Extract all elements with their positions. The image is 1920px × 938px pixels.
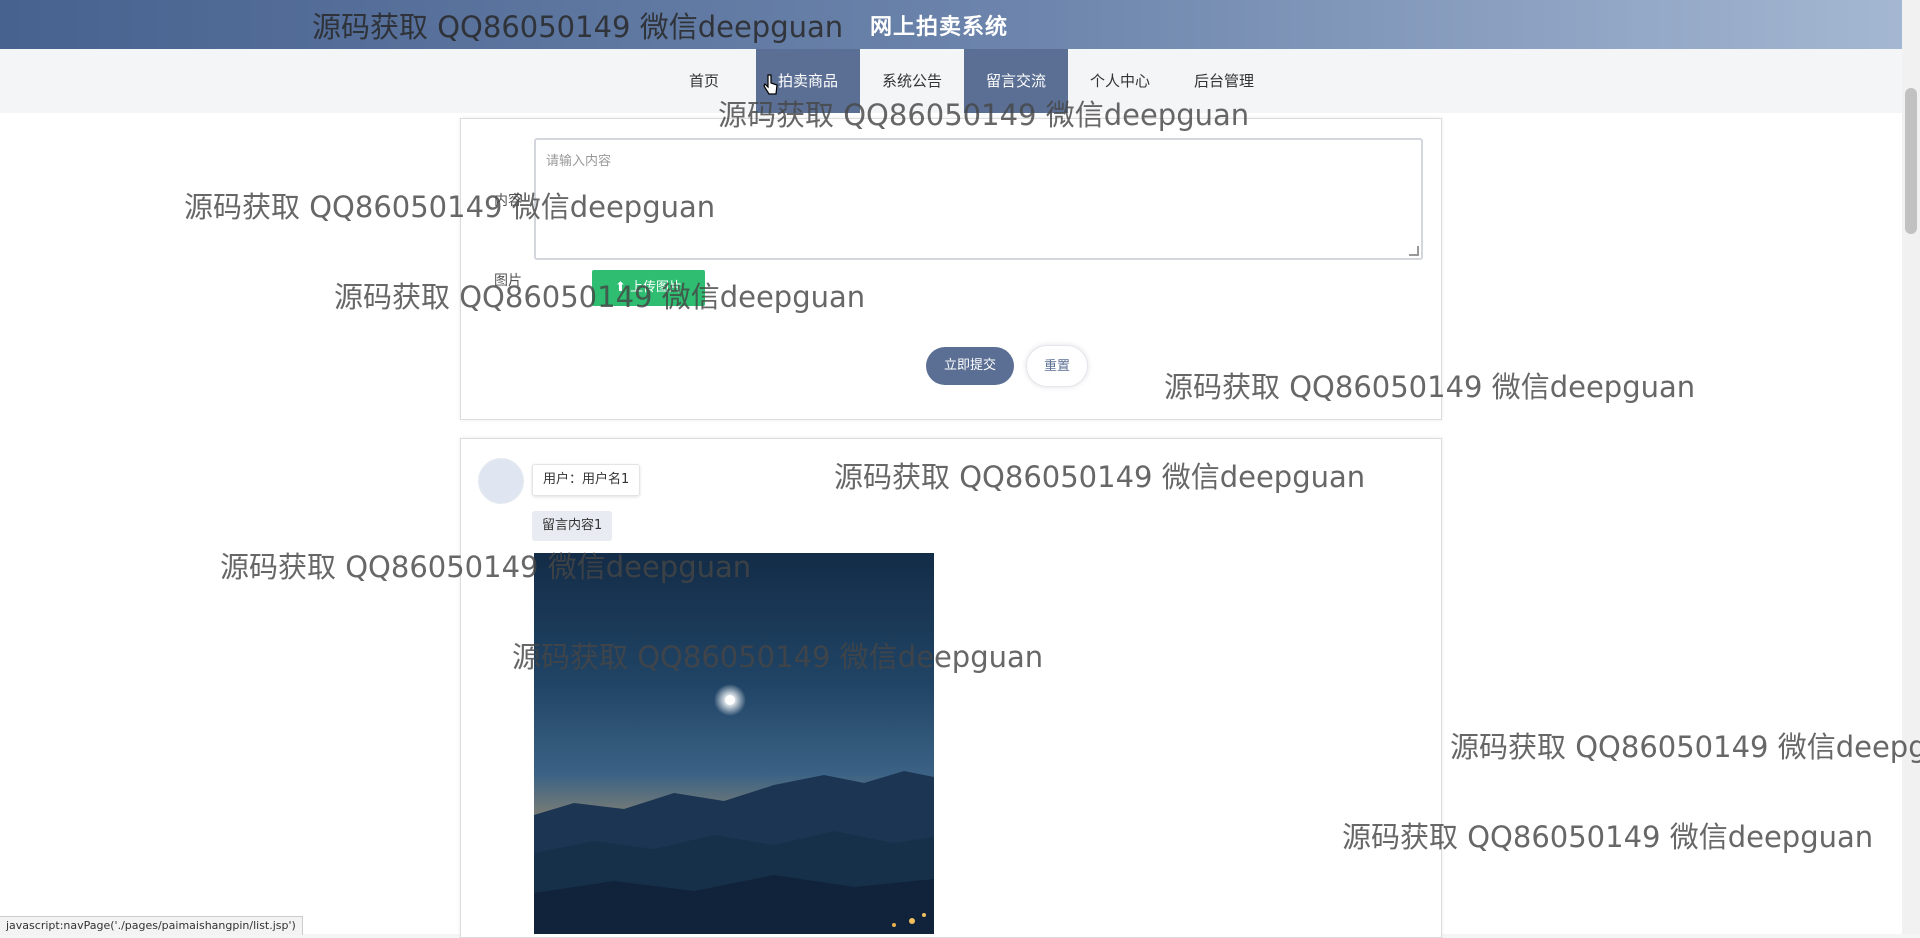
textarea-placeholder: 请输入内容 (546, 154, 612, 169)
submit-button[interactable]: 立即提交 (926, 347, 1014, 385)
nav-item-home[interactable]: 首页 (652, 49, 756, 113)
content-textarea[interactable]: 请输入内容 (534, 138, 1423, 260)
message-user-name: 用户：用户名1 (532, 464, 641, 496)
night-landscape-image (534, 684, 934, 934)
upload-icon: ⬆ (614, 280, 630, 295)
reset-button[interactable]: 重置 (1026, 345, 1088, 387)
vertical-scrollbar[interactable] (1902, 0, 1920, 934)
nav-item-personal-center[interactable]: 个人中心 (1068, 49, 1172, 113)
content-label: 内容 (494, 193, 522, 209)
upload-button-label: 上传图片 (630, 280, 683, 295)
nav-item-message-board[interactable]: 留言交流 (964, 49, 1068, 113)
message-content: 留言内容1 (532, 511, 613, 541)
image-label: 图片 (494, 273, 522, 289)
message-image (534, 553, 934, 934)
scrollbar-thumb[interactable] (1905, 88, 1917, 234)
resize-handle[interactable] (1409, 246, 1419, 256)
mouse-pointer-icon (763, 74, 779, 100)
main-nav: 首页 拍卖商品 系统公告 留言交流 个人中心 后台管理 (652, 49, 1276, 113)
avatar (478, 458, 524, 504)
upload-image-button[interactable]: ⬆ 上传图片 (592, 270, 705, 306)
browser-status-bar: javascript:navPage('./pages/paimaishangp… (0, 916, 303, 935)
site-title: 网上拍卖系统 (870, 15, 1009, 40)
nav-item-announcements[interactable]: 系统公告 (860, 49, 964, 113)
nav-item-admin[interactable]: 后台管理 (1172, 49, 1276, 113)
